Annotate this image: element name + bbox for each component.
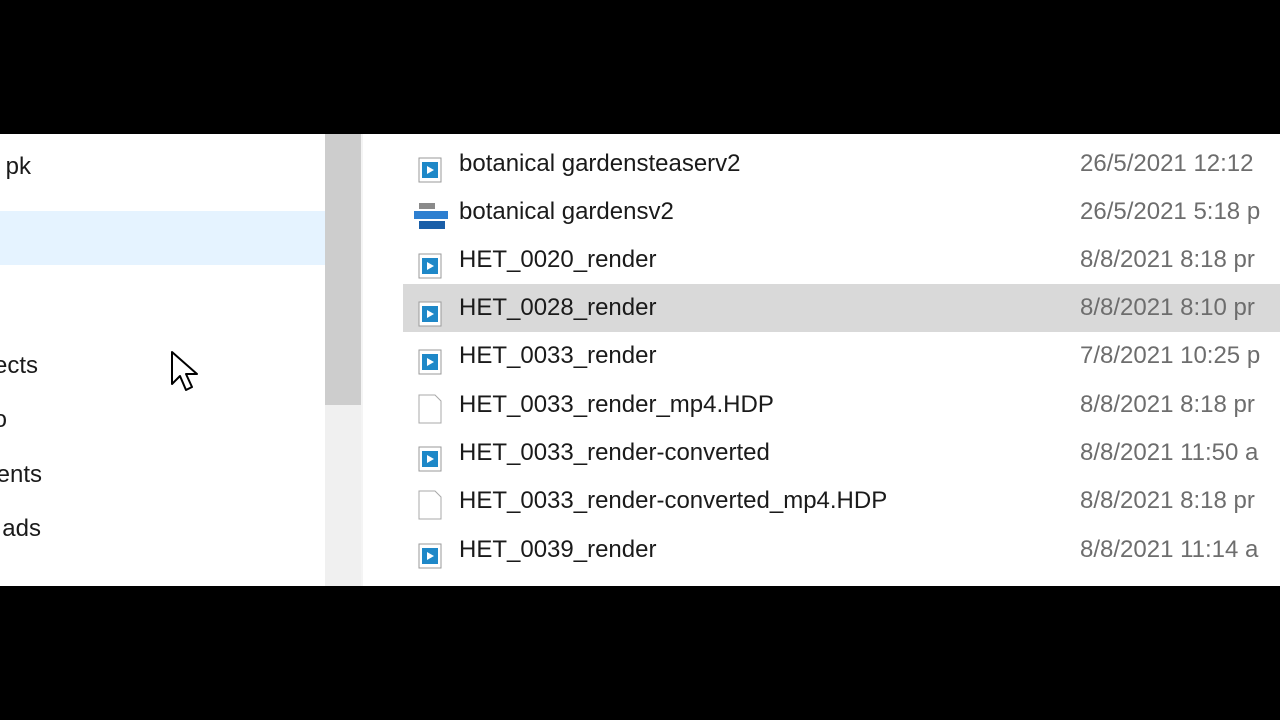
file-row[interactable]: HET_0039_render 8/8/2021 11:14 a xyxy=(403,526,1280,574)
file-date: 8/8/2021 8:18 pr xyxy=(1080,246,1255,273)
file-name: HET_0028_render xyxy=(459,294,657,321)
file-row[interactable]: HET_0020_render 8/8/2021 8:18 pr xyxy=(403,236,1280,284)
nav-item-3[interactable]: o xyxy=(0,393,325,447)
blank-file-icon xyxy=(417,393,443,424)
file-row[interactable]: botanical gardensv2 26/5/2021 5:18 p xyxy=(403,188,1280,236)
file-name: HET_0020_render xyxy=(459,246,657,273)
file-date: 8/8/2021 11:50 a xyxy=(1080,439,1259,466)
media-file-icon xyxy=(417,152,443,183)
file-date: 8/8/2021 11:14 a xyxy=(1080,536,1259,563)
media-file-icon xyxy=(417,344,443,375)
file-name: HET_0033_render-converted xyxy=(459,439,770,466)
nav-item-1[interactable] xyxy=(0,211,325,265)
file-row-selected[interactable]: HET_0028_render 8/8/2021 8:10 pr xyxy=(403,284,1280,332)
file-row[interactable]: HET_0033_render_mp4.HDP 8/8/2021 8:18 pr xyxy=(403,381,1280,429)
navigation-pane: pk ects o ents ads xyxy=(0,134,325,586)
file-row[interactable]: HET_0033_render-converted_mp4.HDP 8/8/20… xyxy=(403,477,1280,525)
nav-item-0[interactable]: pk xyxy=(0,140,325,194)
file-date: 26/5/2021 5:18 p xyxy=(1080,198,1261,225)
file-name: HET_0033_render xyxy=(459,342,657,369)
nav-item-5[interactable]: ads xyxy=(0,502,325,556)
file-explorer-window: pk ects o ents ads botanical gardensteas… xyxy=(0,134,1280,586)
media-file-icon xyxy=(417,296,443,327)
file-name: HET_0033_render-converted_mp4.HDP xyxy=(459,487,888,514)
media-file-icon xyxy=(417,248,443,279)
project-file-icon xyxy=(414,200,448,229)
file-name: botanical gardensteaserv2 xyxy=(459,150,741,177)
file-date: 7/8/2021 10:25 p xyxy=(1080,342,1261,369)
nav-item-label: ads xyxy=(2,515,41,542)
mouse-cursor-icon xyxy=(171,351,198,391)
file-row-partial[interactable] xyxy=(403,576,1280,586)
file-row[interactable]: HET_0033_render-converted 8/8/2021 11:50… xyxy=(403,429,1280,477)
file-date: 26/5/2021 12:12 xyxy=(1080,150,1254,177)
blank-file-icon xyxy=(417,489,443,520)
file-date: 8/8/2021 8:10 pr xyxy=(1080,294,1255,321)
navigation-scrollbar[interactable] xyxy=(325,134,361,586)
media-file-icon xyxy=(417,538,443,569)
nav-item-label: pk xyxy=(5,153,31,180)
nav-item-4[interactable]: ents xyxy=(0,448,325,502)
nav-item-label: ects xyxy=(0,352,38,379)
file-date: 8/8/2021 8:18 pr xyxy=(1080,391,1255,418)
file-name: HET_0039_render xyxy=(459,536,657,563)
file-name: HET_0033_render_mp4.HDP xyxy=(459,391,774,418)
file-date: 8/8/2021 8:18 pr xyxy=(1080,487,1255,514)
file-list: botanical gardensteaserv2 26/5/2021 12:1… xyxy=(363,134,1280,586)
nav-item-2[interactable]: ects xyxy=(0,339,325,393)
media-file-icon xyxy=(417,441,443,472)
file-row[interactable]: botanical gardensteaserv2 26/5/2021 12:1… xyxy=(403,140,1280,188)
file-name: botanical gardensv2 xyxy=(459,198,674,225)
file-row[interactable]: HET_0033_render 7/8/2021 10:25 p xyxy=(403,332,1280,380)
nav-item-label: ents xyxy=(0,461,42,488)
scrollbar-thumb[interactable] xyxy=(325,134,361,405)
nav-item-label: o xyxy=(0,406,7,433)
